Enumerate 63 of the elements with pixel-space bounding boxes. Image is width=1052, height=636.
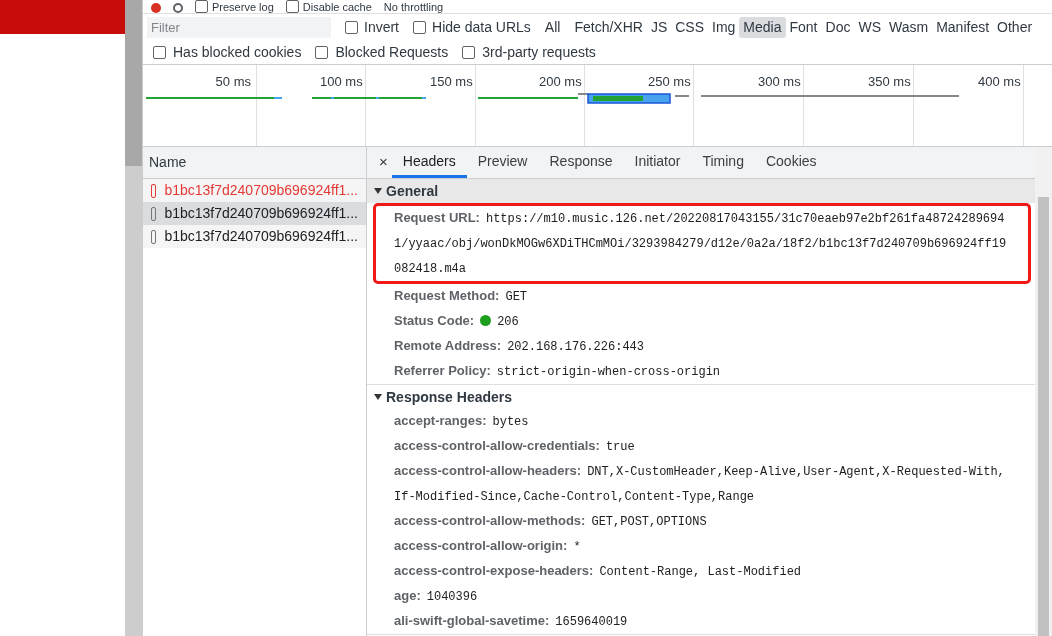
request-row[interactable]: b1bc13f7d240709b696924ff1...	[143, 202, 366, 225]
header-entry: access-control-expose-headers: Content-Range, Last-Modified	[394, 562, 803, 581]
filter-field[interactable]: Filter	[147, 17, 331, 38]
type-filter-button[interactable]: Media	[739, 17, 786, 38]
panel-tab[interactable]: Initiator	[623, 147, 692, 178]
throttling-dropdown[interactable]: No throttling	[383, 1, 444, 13]
type-filter-button[interactable]: Fetch/XHR	[570, 17, 647, 38]
header-entry: Request Method: GET	[394, 287, 529, 306]
header-value: 206	[497, 315, 519, 329]
checkbox[interactable]	[315, 46, 329, 59]
header-entry: Request URL: https://m10.music.126.net/20220817043155/31c70eaeb97e2bf261fa487242896941/yyaac/obj/wonDkMOGw6XDiTHCmMOi/3293984279/d12e/0a2a/18f2/b1bc13f7d240709b696924ff19082418.m4a	[394, 209, 1008, 278]
checkbox-label: Disable cache	[302, 0, 372, 13]
triangle-icon	[374, 187, 382, 195]
checkbox[interactable]	[345, 21, 358, 34]
checkbox[interactable]	[413, 21, 426, 34]
column-header: Name	[143, 147, 366, 179]
header-entry: ali-swift-global-savetime: 1659640019	[394, 612, 629, 631]
triangle-icon	[374, 393, 382, 401]
checkbox-label: Has blocked cookies	[173, 43, 302, 62]
type-filter-button[interactable]: WS	[854, 17, 885, 38]
checkbox-label: 3rd-party requests	[482, 43, 596, 62]
request-row[interactable]: b1bc13f7d240709b696924ff1...	[143, 179, 366, 202]
header-entry: accept-ranges: bytes	[394, 412, 530, 431]
file-icon	[151, 183, 157, 198]
type-filter-button[interactable]: Other	[993, 17, 1037, 38]
panel-tab[interactable]: Cookies	[754, 147, 828, 178]
header-name: Status Code:	[394, 313, 475, 328]
type-filter-button[interactable]: Doc	[821, 17, 855, 38]
checkbox-label: Invert	[364, 18, 399, 37]
file-icon	[151, 229, 157, 244]
checkbox-label: Preserve log	[212, 0, 274, 13]
header-entry: access-control-allow-headers: DNT,X-CustomHeader,Keep-Alive,User-Agent,X-Requested-With,If-Modified-Since,Cache-Control,Content-Type,Range	[394, 462, 1006, 506]
header-entry: access-control-allow-credentials: true	[394, 437, 636, 456]
checkbox[interactable]	[462, 46, 476, 59]
header-entry: Remote Address: 202.168.176.226:443	[394, 337, 645, 356]
checkbox[interactable]	[153, 46, 166, 59]
record-icon[interactable]	[151, 3, 161, 13]
section-title: General	[386, 181, 439, 201]
time-tick-label: 50 ms	[214, 73, 251, 91]
checkbox[interactable]	[195, 0, 208, 13]
type-filter-button[interactable]: Font	[785, 17, 822, 38]
type-filter-button[interactable]: JS	[646, 17, 672, 38]
file-icon	[151, 206, 157, 221]
type-filter-button[interactable]: Img	[708, 17, 740, 38]
panel-tab[interactable]: Preview	[466, 147, 539, 178]
type-filter-button[interactable]: Manifest	[932, 17, 994, 38]
type-filter-button[interactable]: Wasm	[885, 17, 933, 38]
checkbox-label: Blocked Requests	[335, 43, 449, 62]
header-entry: access-control-allow-origin: *	[394, 537, 582, 556]
type-filter-button[interactable]: CSS	[671, 17, 708, 38]
panel-tab[interactable]: Timing	[691, 147, 755, 178]
panel-tab[interactable]: Response	[538, 147, 624, 178]
checkbox[interactable]	[285, 0, 299, 13]
header-entry: access-control-allow-methods: GET,POST,OPTIONS	[394, 512, 708, 531]
section-header[interactable]: General	[367, 179, 1035, 203]
header-entry: age: 1040396	[394, 587, 479, 606]
type-filter-button[interactable]: All	[540, 17, 565, 38]
section-header[interactable]: Response Headers	[367, 385, 1035, 409]
close-button[interactable]: ×	[375, 147, 392, 178]
request-row[interactable]: b1bc13f7d240709b696924ff1...	[143, 225, 366, 248]
section-title: Response Headers	[386, 387, 513, 407]
checkbox-label: Hide data URLs	[432, 18, 531, 37]
header-entry: Referrer Policy: strict-origin-when-cross-origin	[394, 362, 722, 381]
